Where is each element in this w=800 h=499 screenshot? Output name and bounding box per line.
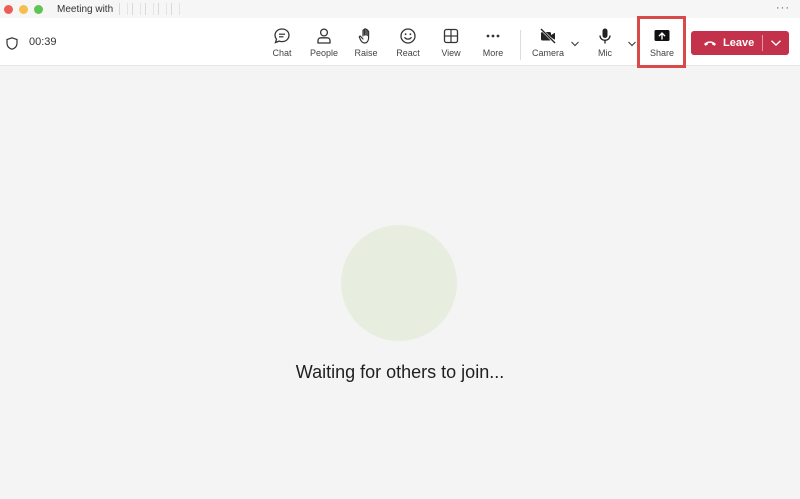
view-label: View	[441, 48, 461, 58]
camera-button[interactable]: Camera	[528, 27, 568, 61]
smiley-icon	[400, 28, 416, 44]
raise-label: Raise	[354, 48, 378, 58]
person-icon	[317, 28, 331, 44]
close-window-button[interactable]	[4, 4, 13, 14]
chevron-down-icon	[771, 40, 781, 46]
waiting-status-text: Waiting for others to join...	[295, 362, 505, 382]
mic-button[interactable]: Mic	[585, 27, 625, 61]
raise-hand-button[interactable]: Raise	[346, 27, 386, 61]
people-label: People	[309, 48, 339, 58]
hang-up-phone-icon	[704, 41, 716, 46]
mic-label: Mic	[598, 48, 612, 58]
react-label: React	[396, 48, 420, 58]
more-button[interactable]: More	[473, 27, 513, 61]
participant-placeholder-avatar	[341, 225, 457, 341]
chat-bubble-icon	[274, 28, 290, 44]
leave-button-group: Leave	[691, 31, 789, 55]
camera-label: Camera	[531, 48, 564, 58]
more-label: More	[482, 48, 504, 58]
leave-options-button[interactable]	[763, 31, 789, 55]
leave-button[interactable]: Leave	[691, 31, 762, 55]
ellipsis-icon	[486, 34, 500, 38]
mic-options-chevron-icon[interactable]	[627, 40, 637, 48]
react-button[interactable]: React	[388, 27, 428, 61]
share-highlight-box	[637, 16, 686, 68]
chat-button[interactable]: Chat	[262, 27, 302, 61]
zoom-window-button[interactable]	[34, 4, 43, 14]
raised-hand-icon	[358, 28, 370, 44]
leave-label: Leave	[723, 37, 755, 49]
title-redacted-area	[119, 3, 181, 15]
toolbar-divider	[520, 30, 521, 60]
minimize-window-button[interactable]	[19, 4, 28, 14]
meeting-timer: 00:39	[29, 36, 57, 48]
grid-view-icon	[443, 28, 459, 44]
shield-icon[interactable]	[6, 37, 18, 55]
camera-options-chevron-icon[interactable]	[570, 40, 580, 48]
window-menu-button[interactable]: ···	[776, 2, 790, 14]
view-button[interactable]: View	[431, 27, 471, 61]
microphone-icon	[599, 28, 611, 44]
people-button[interactable]: People	[304, 27, 344, 61]
camera-off-icon	[540, 28, 556, 44]
chat-label: Chat	[272, 48, 292, 58]
window-controls	[4, 4, 43, 14]
window-title: Meeting with	[57, 3, 114, 15]
